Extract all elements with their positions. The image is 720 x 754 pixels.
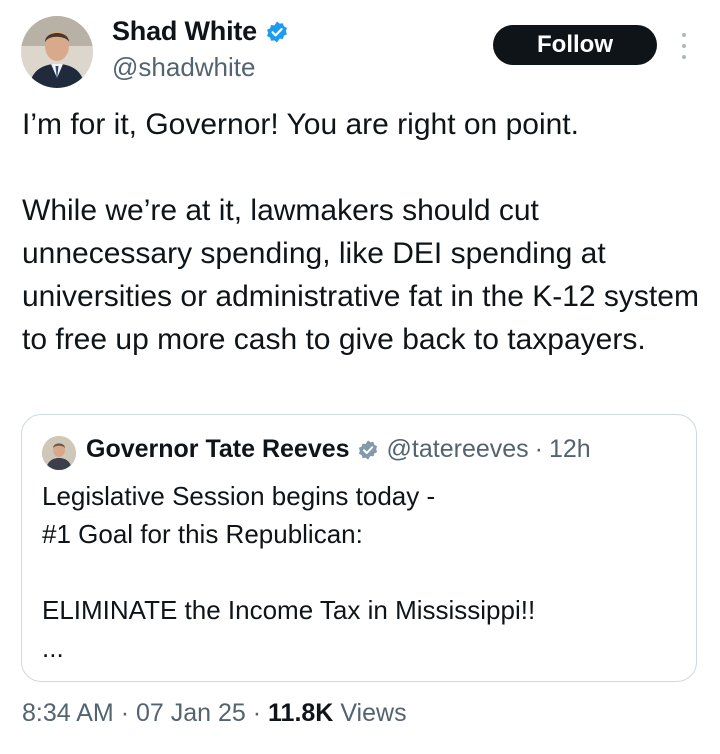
more-dot <box>682 33 686 37</box>
verified-badge-icon <box>265 20 289 44</box>
tweet-meta: 8:34 AM · 07 Jan 25 · 11.8K Views <box>22 699 407 728</box>
quoted-tweet-text: Legislative Session begins today - #1 Go… <box>42 477 682 667</box>
separator-dot: · <box>534 435 543 463</box>
quoted-truncation: ... <box>42 633 64 663</box>
quoted-author-name: Governor Tate Reeves <box>86 435 350 463</box>
quoted-author-handle: @tatereeves <box>386 435 529 463</box>
follow-button[interactable]: Follow <box>493 25 657 65</box>
quoted-tweet-header: Governor Tate Reeves @tatereeves · 12h <box>86 435 591 464</box>
more-dot <box>682 55 686 59</box>
tweet-paragraph-2: While we’re at it, lawmakers should cut … <box>22 194 699 356</box>
quoted-tweet-time: 12h <box>549 435 591 463</box>
tweet-time[interactable]: 8:34 AM <box>22 699 114 727</box>
author-photo <box>21 16 93 88</box>
quoted-author-photo <box>42 436 76 470</box>
quoted-author-avatar <box>42 436 76 470</box>
quoted-line-1: Legislative Session begins today - <box>42 481 436 511</box>
separator-dot: · <box>252 699 262 727</box>
views-label: Views <box>340 699 407 727</box>
author-avatar[interactable] <box>21 16 93 88</box>
more-vertical-icon[interactable] <box>676 33 692 59</box>
tweet-date[interactable]: 07 Jan 25 <box>136 699 246 727</box>
author-name[interactable]: Shad White <box>112 16 257 47</box>
quoted-line-2: #1 Goal for this Republican: <box>42 519 363 549</box>
views-count: 11.8K <box>268 699 334 727</box>
tweet-text: I’m for it, Governor! You are right on p… <box>22 103 712 361</box>
quoted-line-3: ELIMINATE the Income Tax in Mississippi!… <box>42 595 536 625</box>
separator-dot: · <box>120 699 130 727</box>
tweet: Shad White @shadwhite Follow I’m for it,… <box>0 0 720 754</box>
author-handle[interactable]: @shadwhite <box>112 52 255 83</box>
verified-badge-icon <box>357 439 379 461</box>
more-dot <box>682 44 686 48</box>
quoted-tweet-card[interactable]: Governor Tate Reeves @tatereeves · 12h L… <box>21 414 697 682</box>
tweet-paragraph-1: I’m for it, Governor! You are right on p… <box>22 108 579 141</box>
author-name-row: Shad White <box>112 16 289 47</box>
